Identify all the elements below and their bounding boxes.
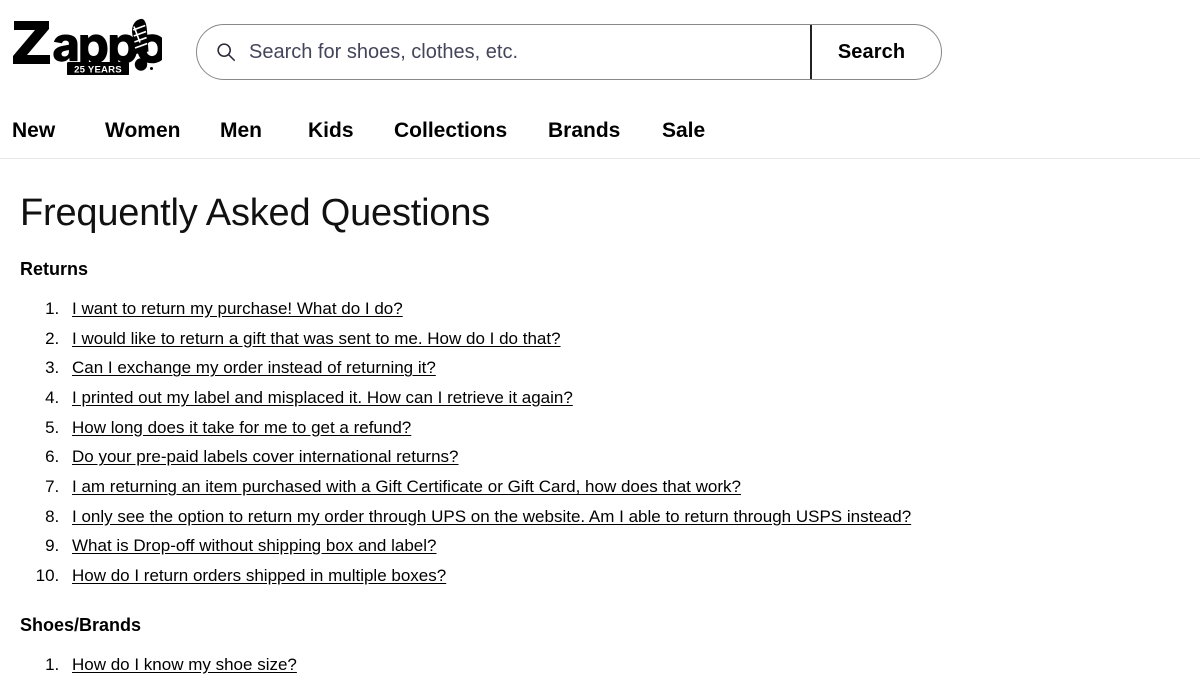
search-icon bbox=[217, 43, 236, 62]
faq-link[interactable]: How do I return orders shipped in multip… bbox=[72, 566, 446, 585]
list-item: What is Drop-off without shipping box an… bbox=[64, 531, 1200, 561]
page-title: Frequently Asked Questions bbox=[20, 192, 491, 234]
nav-item-kids[interactable]: Kids bbox=[308, 119, 394, 143]
list-item: How long does it take for me to get a re… bbox=[64, 413, 1200, 443]
search-field[interactable] bbox=[197, 25, 812, 79]
faq-section-returns: Returns I want to return my purchase! Wh… bbox=[0, 235, 1200, 591]
list-item: How do I return orders shipped in multip… bbox=[64, 561, 1200, 591]
nav-item-collections[interactable]: Collections bbox=[394, 119, 548, 143]
faq-link[interactable]: I printed out my label and misplaced it.… bbox=[72, 388, 573, 407]
list-item: How do I know my shoe size? bbox=[64, 650, 1200, 680]
list-item: I only see the option to return my order… bbox=[64, 502, 1200, 532]
svg-text:25 YEARS: 25 YEARS bbox=[74, 64, 122, 75]
list-item: I am returning an item purchased with a … bbox=[64, 472, 1200, 502]
nav-item-men[interactable]: Men bbox=[220, 119, 308, 143]
faq-link[interactable]: I want to return my purchase! What do I … bbox=[72, 299, 403, 318]
section-heading-shoes-brands: Shoes/Brands bbox=[20, 614, 142, 635]
zappos-logo[interactable]: 25 YEARS bbox=[12, 17, 162, 75]
header-top-row: 25 YEARS Search bbox=[0, 0, 1200, 103]
section-heading-returns: Returns bbox=[20, 258, 89, 279]
list-item: I printed out my label and misplaced it.… bbox=[64, 383, 1200, 413]
list-item: Do your pre-paid labels cover internatio… bbox=[64, 442, 1200, 472]
faq-link[interactable]: I am returning an item purchased with a … bbox=[72, 477, 741, 496]
search-bar[interactable]: Search bbox=[196, 24, 942, 80]
nav-item-new[interactable]: New bbox=[12, 119, 105, 143]
nav-item-brands[interactable]: Brands bbox=[548, 119, 662, 143]
faq-list-shoes-brands: How do I know my shoe size? bbox=[0, 650, 1200, 680]
main-content: Frequently Asked Questions Returns I wan… bbox=[0, 159, 1200, 680]
site-header: 25 YEARS Search New Women Men Kids Colle… bbox=[0, 0, 1200, 159]
main-navigation: New Women Men Kids Collections Brands Sa… bbox=[0, 103, 1200, 158]
list-item: I would like to return a gift that was s… bbox=[64, 324, 1200, 354]
faq-section-shoes-brands: Shoes/Brands How do I know my shoe size? bbox=[0, 591, 1200, 680]
faq-link[interactable]: Can I exchange my order instead of retur… bbox=[72, 358, 436, 377]
faq-link[interactable]: I would like to return a gift that was s… bbox=[72, 329, 561, 348]
nav-item-sale[interactable]: Sale bbox=[662, 119, 705, 143]
search-button[interactable]: Search bbox=[812, 25, 941, 79]
faq-link[interactable]: What is Drop-off without shipping box an… bbox=[72, 536, 436, 555]
search-input[interactable] bbox=[249, 35, 810, 69]
faq-link[interactable]: How long does it take for me to get a re… bbox=[72, 418, 411, 437]
list-item: Can I exchange my order instead of retur… bbox=[64, 353, 1200, 383]
faq-list-returns: I want to return my purchase! What do I … bbox=[0, 294, 1200, 591]
faq-link[interactable]: I only see the option to return my order… bbox=[72, 507, 911, 526]
faq-link[interactable]: Do your pre-paid labels cover internatio… bbox=[72, 447, 458, 466]
faq-link[interactable]: How do I know my shoe size? bbox=[72, 655, 297, 674]
nav-item-women[interactable]: Women bbox=[105, 119, 220, 143]
list-item: I want to return my purchase! What do I … bbox=[64, 294, 1200, 324]
